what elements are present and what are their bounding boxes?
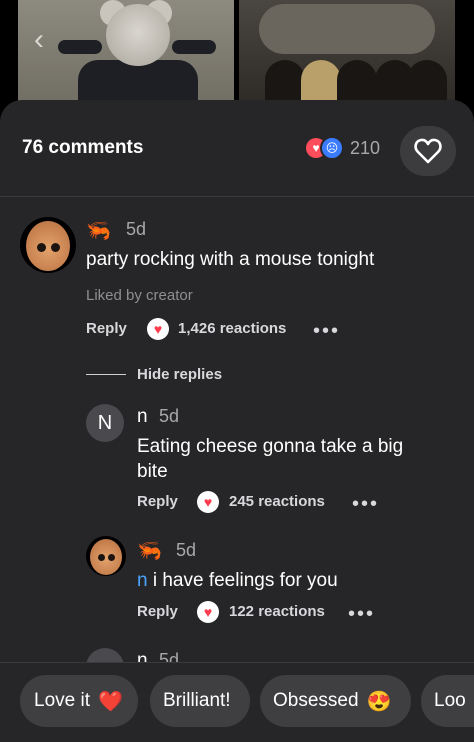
reply-time: 5d xyxy=(176,540,197,560)
reply-button[interactable]: Reply xyxy=(137,603,178,620)
hide-replies-button[interactable]: Hide replies xyxy=(137,366,222,383)
reactions-count[interactable]: 122 reactions xyxy=(229,603,325,620)
heart-emoji-icon: ♥ xyxy=(147,318,169,340)
shrimp-emoji-icon: 🦐 xyxy=(86,220,111,242)
reactions-count[interactable]: 245 reactions xyxy=(229,493,325,510)
chip-label: Obsessed xyxy=(273,690,359,711)
reply-username[interactable]: n xyxy=(137,406,148,428)
chip-label: Love it xyxy=(34,690,90,711)
heart-emoji-icon: ❤️ xyxy=(97,690,123,713)
liked-by-creator: Liked by creator xyxy=(86,287,193,304)
arm-left xyxy=(58,40,102,54)
like-button[interactable] xyxy=(400,126,456,176)
avatar[interactable] xyxy=(20,217,76,273)
quick-reaction-partial[interactable]: Loo xyxy=(421,675,474,727)
reply-text: Eating cheese gonna take a big bite xyxy=(137,436,404,482)
doll-face xyxy=(90,539,122,575)
avatar[interactable] xyxy=(86,536,126,576)
chip-label: Brilliant! xyxy=(163,690,231,711)
quick-reaction-obsessed[interactable]: Obsessed 😍 xyxy=(260,675,411,727)
reply-text: n i have feelings for you xyxy=(137,568,457,593)
avatar[interactable]: N xyxy=(86,404,124,442)
comment-text: party rocking with a mouse tonight xyxy=(86,249,375,270)
reaction-count: 210 xyxy=(350,137,381,158)
reply-button[interactable]: Reply xyxy=(86,320,127,337)
chip-label: Loo xyxy=(434,690,466,711)
reply-time: 5d xyxy=(159,406,180,426)
heart-outline-icon xyxy=(414,138,442,164)
quick-reaction-brilliant[interactable]: Brilliant! xyxy=(150,675,250,727)
heart-emoji-icon: ♥ xyxy=(197,601,219,623)
heart-emoji-icon: ♥ xyxy=(197,491,219,513)
avatar-letter: N xyxy=(97,411,113,434)
reaction-summary[interactable]: ♥ ☹ 210 xyxy=(306,136,380,160)
doll-eye xyxy=(98,554,105,561)
quick-reaction-bar: Love it ❤️ Brilliant! Obsessed 😍 Loo xyxy=(0,662,474,742)
reactions-count[interactable]: 1,426 reactions xyxy=(178,320,286,337)
sad-face-icon: ☹ xyxy=(320,136,344,160)
reply-button[interactable]: Reply xyxy=(137,493,178,510)
heart-eyes-emoji-icon: 😍 xyxy=(366,690,392,713)
doll-eye xyxy=(37,243,46,252)
comment-time: 5d xyxy=(126,219,147,239)
doll-eye xyxy=(108,554,115,561)
shrimp-emoji-icon: 🦐 xyxy=(137,540,162,562)
quick-reaction-love-it[interactable]: Love it ❤️ xyxy=(20,675,138,727)
mouse-head xyxy=(106,4,170,66)
comment-count: 76 comments xyxy=(22,137,144,158)
divider xyxy=(0,196,474,197)
mention-link[interactable]: n xyxy=(137,570,148,591)
doll-eye xyxy=(51,243,60,252)
more-dots-icon[interactable]: ••• xyxy=(313,321,340,341)
more-dots-icon[interactable]: ••• xyxy=(352,494,379,514)
hide-replies-line xyxy=(86,374,126,375)
reply-text-body: i have feelings for you xyxy=(147,570,338,591)
more-dots-icon[interactable]: ••• xyxy=(348,604,375,624)
arm-right xyxy=(172,40,216,54)
chevron-left-icon[interactable]: ‹ xyxy=(34,25,54,55)
doll-face xyxy=(26,221,70,271)
car-roof xyxy=(259,4,435,54)
comments-sheet: 76 comments ♥ ☹ 210 🦐 5d party rocking w… xyxy=(0,100,474,742)
